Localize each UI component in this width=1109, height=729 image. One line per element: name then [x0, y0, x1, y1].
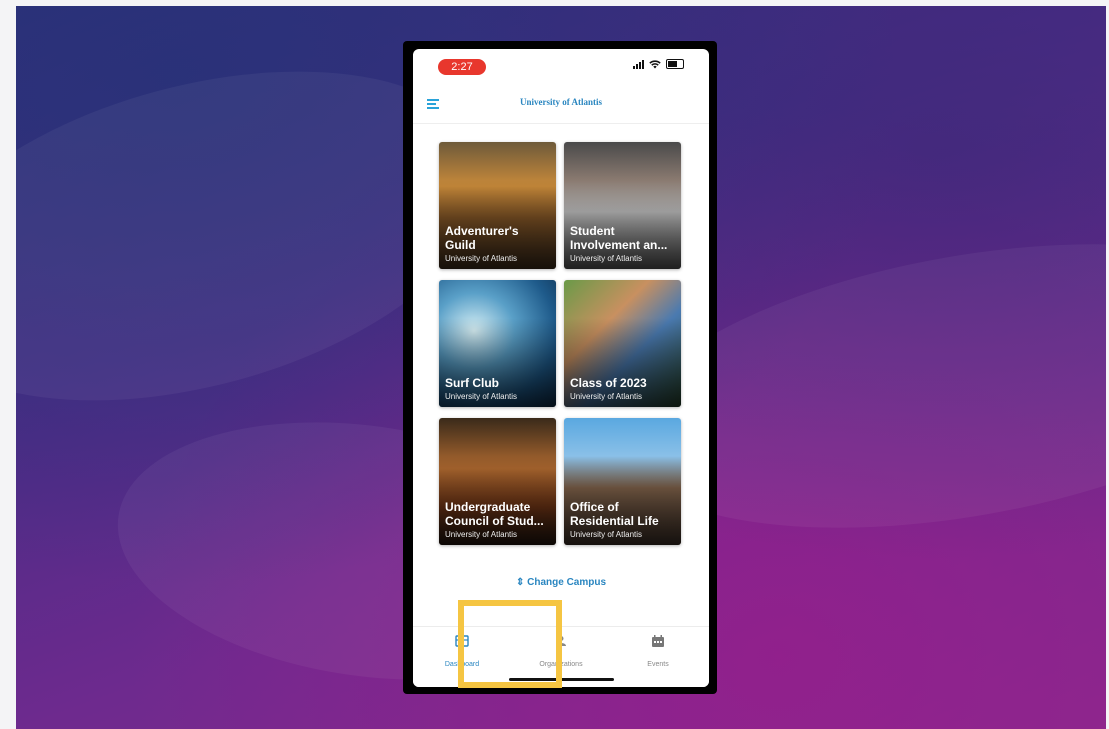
org-card-campus: University of Atlantis [570, 530, 643, 539]
org-card-class-of-2023[interactable]: Class of 2023 University of Atlantis [564, 280, 681, 407]
org-card-name: Class of 2023 [570, 376, 647, 390]
phone-frame: 2:27 University of Atlantis Adventurer's… [403, 41, 717, 694]
org-card-name: Adventurer's Guild [445, 224, 519, 252]
tab-organizations[interactable]: Organizations [526, 635, 596, 671]
org-card-campus: University of Atlantis [570, 254, 643, 263]
phone-screen: 2:27 University of Atlantis Adventurer's… [413, 49, 709, 687]
signal-icon [633, 59, 644, 69]
status-time: 2:27 [438, 59, 486, 75]
wifi-icon [649, 59, 661, 68]
org-card-undergraduate-council[interactable]: Undergraduate Council of Stud... Univers… [439, 418, 556, 545]
org-card-adventurers-guild[interactable]: Adventurer's Guild University of Atlanti… [439, 142, 556, 269]
tab-label: Organizations [539, 661, 583, 668]
dashboard-icon [455, 635, 469, 647]
org-card-campus: University of Atlantis [445, 530, 518, 539]
org-card-student-involvement[interactable]: Student Involvement an... University of … [564, 142, 681, 269]
change-campus-link[interactable]: ⇕ Change Campus [413, 577, 709, 588]
app-bar: University of Atlantis [413, 87, 709, 124]
status-bar: 2:27 [413, 49, 709, 83]
tab-dashboard[interactable]: Dashboard [427, 635, 497, 671]
organizations-icon [556, 636, 566, 646]
tab-events[interactable]: Events [623, 635, 693, 671]
tab-label: Dashboard [444, 661, 480, 668]
organization-grid: Adventurer's Guild University of Atlanti… [439, 142, 681, 545]
app-title: University of Atlantis [520, 97, 602, 107]
org-card-residential-life[interactable]: Office of Residential Life University of… [564, 418, 681, 545]
calendar-icon [652, 635, 664, 647]
org-card-name: Office of Residential Life [570, 500, 659, 528]
org-card-campus: University of Atlantis [445, 392, 518, 401]
org-card-name: Surf Club [445, 376, 499, 390]
org-card-name: Student Involvement an... [570, 224, 668, 252]
tab-label: Events [647, 661, 669, 668]
org-card-campus: University of Atlantis [570, 392, 643, 401]
org-card-campus: University of Atlantis [445, 254, 518, 263]
battery-icon [666, 59, 684, 69]
org-card-name: Undergraduate Council of Stud... [445, 500, 544, 528]
home-indicator [509, 678, 614, 681]
org-card-surf-club[interactable]: Surf Club University of Atlantis [439, 280, 556, 407]
bottom-tab-bar: Dashboard Organizations Events [413, 626, 709, 687]
